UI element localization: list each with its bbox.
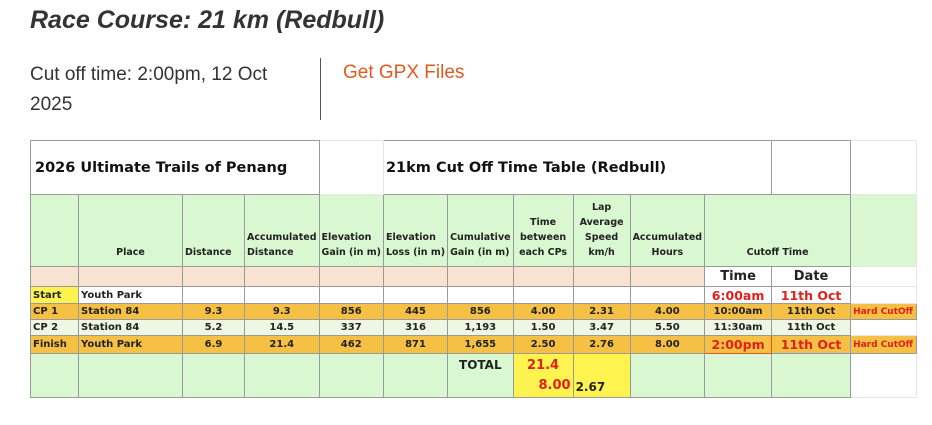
header-time-between: Time between each CPs bbox=[512, 194, 574, 267]
total-speed: 2.67 bbox=[572, 353, 631, 398]
table-header-row: Place Distance Accumulated Distance Eleva… bbox=[30, 194, 918, 267]
header-elevation-gain: Elevation Gain (in m) bbox=[318, 194, 384, 267]
cutoff-table-title: 21km Cut Off Time Table (Redbull) bbox=[382, 140, 773, 195]
table-row: CP 1 Station 84 9.3 9.3 856 445 856 4.00… bbox=[30, 303, 918, 320]
header-lap-speed: Lap Average Speed km/h bbox=[572, 194, 631, 267]
hard-cutoff-label: Hard CutOff bbox=[850, 335, 918, 354]
cutoff-time-text: Cut off time: 2:00pm, 12 Oct 2025 bbox=[30, 64, 268, 115]
header-accumulated-distance: Accumulated Distance bbox=[244, 194, 320, 267]
cutoff-time-table: 2026 Ultimate Trails of Penang 21km Cut … bbox=[30, 140, 918, 398]
table-row: Start Youth Park 6:00am 11th Oct bbox=[30, 286, 918, 304]
hard-cutoff-label: Hard CutOff bbox=[850, 303, 918, 320]
header-distance: Distance bbox=[182, 194, 245, 267]
table-row: Finish Youth Park 6.9 21.4 462 871 1,655… bbox=[30, 335, 918, 354]
header-cumulative-gain: Cumulative Gain (in m) bbox=[447, 194, 514, 267]
header-place: Place bbox=[78, 194, 183, 267]
event-title: 2026 Ultimate Trails of Penang bbox=[30, 140, 320, 195]
table-title-row: 2026 Ultimate Trails of Penang 21km Cut … bbox=[30, 140, 918, 195]
get-gpx-files-link[interactable]: Get GPX Files bbox=[343, 62, 464, 84]
vertical-divider bbox=[320, 58, 321, 120]
total-row: TOTAL 21.4 8.00 2.67 bbox=[30, 353, 918, 398]
header-time: Time bbox=[704, 266, 773, 287]
header-accumulated-hours: Accumulated Hours bbox=[629, 194, 706, 267]
total-distance-hours: 21.4 8.00 bbox=[512, 353, 574, 398]
total-label: TOTAL bbox=[447, 353, 514, 398]
table-row: CP 2 Station 84 5.2 14.5 337 316 1,193 1… bbox=[30, 319, 918, 336]
table-subheader-row: Time Date bbox=[30, 266, 918, 287]
header-cutoff-time: Cutoff Time bbox=[704, 194, 852, 267]
header-elevation-loss: Elevation Loss (in m) bbox=[382, 194, 449, 267]
header-date: Date bbox=[771, 266, 852, 287]
page-title: Race Course: 21 km (Redbull) bbox=[30, 6, 385, 34]
